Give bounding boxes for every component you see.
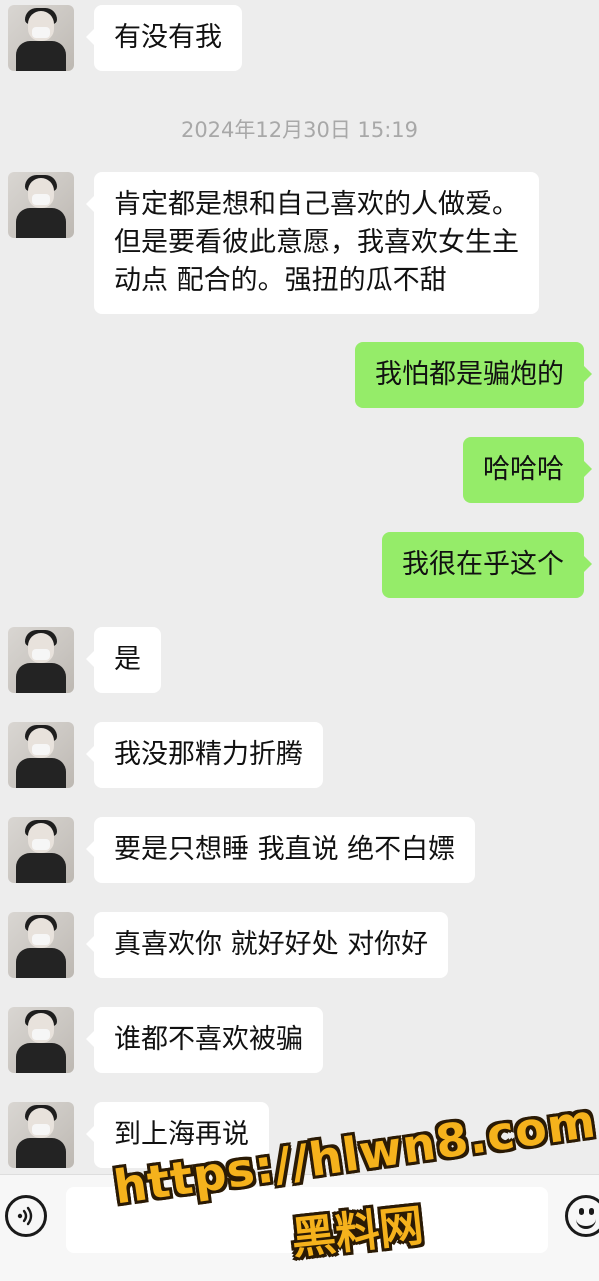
message-bubble-incoming[interactable]: 是 — [86, 627, 161, 693]
message-bubble-incoming[interactable]: 真喜欢你 就好好处 对你好 — [85, 912, 449, 978]
contact-avatar[interactable] — [8, 172, 74, 238]
message-bubble-incoming[interactable]: 有没有我 — [86, 5, 242, 71]
contact-avatar[interactable] — [8, 627, 74, 693]
message-bubble-incoming[interactable]: 肯定都是想和自己喜欢的人做爱。 但是要看彼此意愿，我喜欢女生主 动点 配合的。强… — [86, 172, 539, 314]
chat-message-list[interactable]: 有没有我 2024年12月30日 15:19 肯定都是想和自己喜欢的人做爱。 但… — [0, 0, 599, 1174]
contact-avatar[interactable] — [8, 1102, 74, 1168]
contact-avatar[interactable] — [8, 722, 74, 788]
message-bubble-outgoing[interactable]: 我很在乎这个 — [382, 532, 592, 598]
message-bubble-incoming[interactable]: 我没那精力折腾 — [86, 722, 323, 788]
message-input[interactable] — [66, 1187, 548, 1253]
message-bubble-incoming[interactable]: 谁都不喜欢被骗 — [86, 1007, 323, 1073]
contact-avatar[interactable] — [8, 912, 74, 978]
emoji-icon[interactable] — [565, 1195, 599, 1237]
message-bubble-outgoing[interactable]: 我怕都是骗炮的 — [355, 342, 592, 408]
contact-avatar[interactable] — [8, 1007, 74, 1073]
message-bubble-incoming[interactable]: 到上海再说 — [86, 1102, 269, 1168]
contact-avatar[interactable] — [8, 5, 74, 71]
message-bubble-outgoing[interactable]: 哈哈哈 — [463, 437, 592, 503]
message-bubble-incoming[interactable]: 要是只想睡 我直说 绝不白嫖 — [85, 817, 476, 883]
voice-icon[interactable] — [5, 1195, 47, 1237]
message-input-bar — [0, 1174, 599, 1281]
contact-avatar[interactable] — [8, 817, 74, 883]
message-timestamp: 2024年12月30日 15:19 — [180, 118, 419, 142]
